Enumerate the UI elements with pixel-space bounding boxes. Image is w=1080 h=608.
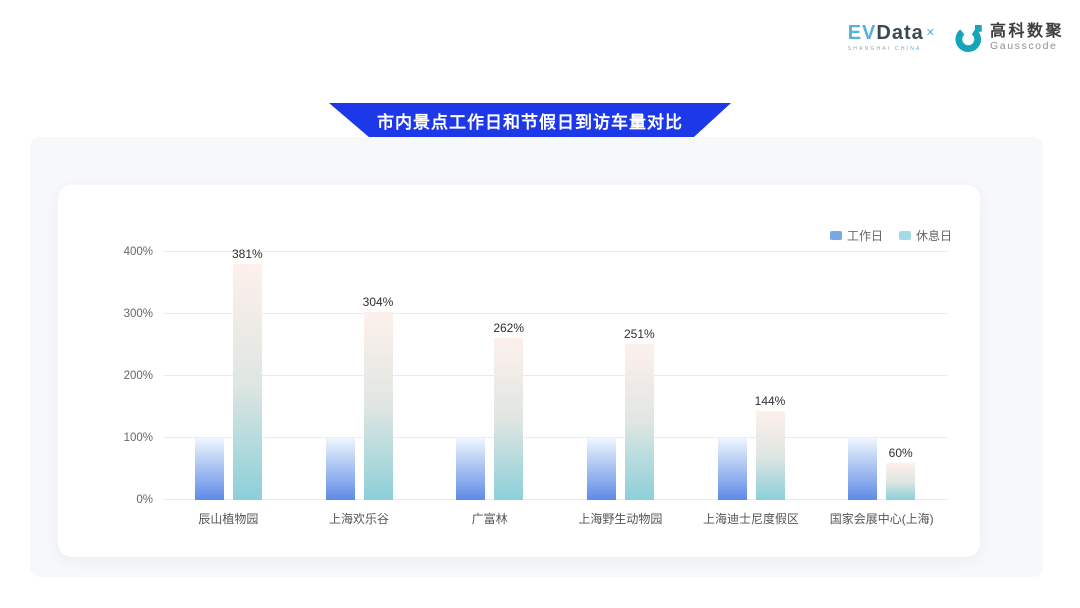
y-axis-tick-label: 0% bbox=[136, 494, 153, 506]
x-axis-category-label: 广富林 bbox=[472, 510, 508, 527]
bar-restday: 304% bbox=[364, 312, 393, 500]
y-axis-tick-label: 300% bbox=[124, 308, 153, 320]
x-axis-category-label: 上海野生动物园 bbox=[578, 510, 662, 527]
bar-value-label: 304% bbox=[363, 295, 394, 309]
bar-value-label: 381% bbox=[232, 247, 263, 261]
chart-legend: 工作日 休息日 bbox=[830, 227, 952, 244]
bar-restday: 251% bbox=[625, 344, 654, 500]
bar-restday: 381% bbox=[233, 264, 262, 500]
chart-title: 市内景点工作日和节假日到访车量对比 bbox=[377, 108, 683, 133]
evdata-wordmark: EVData✕ bbox=[848, 22, 936, 44]
bar-value-label: 144% bbox=[755, 394, 786, 408]
y-axis-tick-label: 200% bbox=[124, 370, 153, 382]
bar-restday: 262% bbox=[494, 338, 523, 500]
bar-restday: 60% bbox=[886, 463, 915, 500]
gausscode-en-name: Gausscode bbox=[990, 40, 1064, 52]
chart-card: 工作日休息日 0%100%200%300%400% 381%辰山植物园304%上… bbox=[58, 185, 980, 557]
bar-group: 262%广富林 bbox=[424, 252, 555, 500]
bar-workday bbox=[587, 438, 616, 500]
evdata-subtext-china: CHINA bbox=[895, 46, 922, 52]
bar-group: 251%上海野生动物园 bbox=[555, 252, 686, 500]
bar-workday bbox=[848, 438, 877, 500]
evdata-ev-text: EV bbox=[848, 22, 877, 44]
x-axis-category-label: 国家会展中心(上海) bbox=[830, 510, 934, 527]
evdata-x-icon: ✕ bbox=[926, 27, 936, 39]
gausscode-text: 高科数聚 Gausscode bbox=[990, 23, 1064, 52]
legend-swatch-workday bbox=[830, 231, 842, 240]
bar-workday bbox=[326, 438, 355, 500]
bar-groups-layer: 381%辰山植物园304%上海欢乐谷262%广富林251%上海野生动物园144%… bbox=[163, 252, 947, 500]
evdata-subtext-shanghai: SHANGHAI bbox=[848, 46, 892, 52]
evdata-data-text: Data bbox=[876, 22, 923, 44]
legend-item-workday[interactable]: 工作日 bbox=[830, 227, 883, 244]
legend-label: 工作日 bbox=[847, 227, 883, 244]
bar-value-label: 60% bbox=[889, 446, 913, 460]
bar-value-label: 262% bbox=[493, 321, 524, 335]
bar-restday: 144% bbox=[756, 411, 785, 500]
x-axis-category-label: 上海欢乐谷 bbox=[329, 510, 389, 527]
bar-workday bbox=[195, 438, 224, 500]
bar-group: 304%上海欢乐谷 bbox=[294, 252, 425, 500]
gausscode-mark-icon bbox=[954, 22, 984, 52]
legend-label: 休息日 bbox=[916, 227, 952, 244]
x-axis-category-label: 辰山植物园 bbox=[198, 510, 258, 527]
y-axis-tick-label: 100% bbox=[124, 432, 153, 444]
legend-item-restday[interactable]: 休息日 bbox=[899, 227, 952, 244]
bar-workday bbox=[718, 438, 747, 500]
evdata-logo: EVData✕ SHANGHAI CHINA bbox=[848, 22, 936, 52]
gausscode-logo: 高科数聚 Gausscode bbox=[954, 22, 1064, 52]
chart-title-banner: 市内景点工作日和节假日到访车量对比 bbox=[329, 103, 731, 138]
x-axis-category-label: 上海迪士尼度假区 bbox=[703, 510, 799, 527]
bar-group: 144%上海迪士尼度假区 bbox=[686, 252, 817, 500]
y-axis-tick-label: 400% bbox=[124, 246, 153, 258]
bar-group: 381%辰山植物园 bbox=[163, 252, 294, 500]
bar-group: 60%国家会展中心(上海) bbox=[816, 252, 947, 500]
bar-workday bbox=[456, 438, 485, 500]
evdata-subtext: SHANGHAI CHINA bbox=[848, 46, 922, 52]
header-logos: EVData✕ SHANGHAI CHINA 高科数聚 Gausscode bbox=[848, 22, 1064, 52]
gausscode-cn-name: 高科数聚 bbox=[990, 23, 1064, 40]
bar-chart-plot-area: 0%100%200%300%400% 381%辰山植物园304%上海欢乐谷262… bbox=[163, 252, 947, 500]
legend-swatch-restday bbox=[899, 231, 911, 240]
bar-value-label: 251% bbox=[624, 327, 655, 341]
